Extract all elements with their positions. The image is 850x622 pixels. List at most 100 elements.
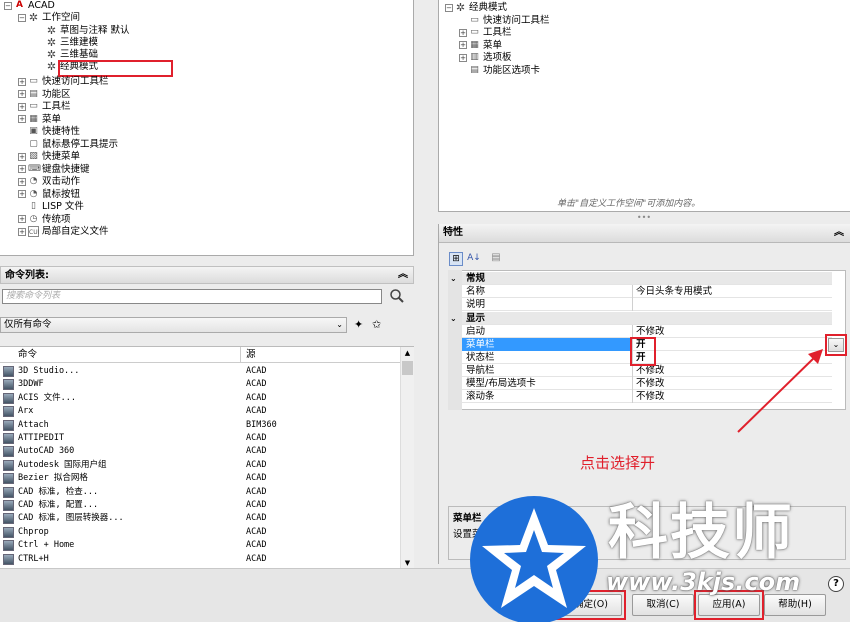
help-button[interactable]: 帮助(H): [764, 594, 826, 616]
group-display[interactable]: ⌄ 显示: [450, 312, 832, 325]
command-row[interactable]: AutoCAD 360 ACAD: [0, 445, 400, 458]
property-pages-icon[interactable]: ▤: [489, 252, 503, 266]
tree-item-6[interactable]: + ▧ 快捷菜单: [18, 151, 80, 163]
menu-icon: ▦: [29, 113, 38, 124]
prop-row-name[interactable]: 名称 今日头条专用模式: [462, 285, 832, 298]
tree-item-workspace[interactable]: − ✲ 工作空间: [18, 12, 80, 24]
collapse-chevron-icon[interactable]: ︽: [834, 224, 844, 242]
dropdown-arrow-button[interactable]: ⌄: [828, 338, 844, 352]
command-icon: [3, 553, 14, 565]
expand-icon[interactable]: +: [18, 115, 26, 123]
tree-item-0[interactable]: + ▭ 快速访问工具栏: [18, 76, 109, 88]
command-row[interactable]: CAD 标准, 检查... ACAD: [0, 486, 400, 499]
expand-icon[interactable]: +: [18, 227, 26, 236]
tree-item-11[interactable]: + ◷ 传统项: [18, 214, 71, 226]
command-row[interactable]: Bezier 拟合网格 ACAD: [0, 472, 400, 485]
tree-item-9[interactable]: + ◔ 鼠标按钮: [18, 189, 80, 201]
command-row[interactable]: ATTIPEDIT ACAD: [0, 432, 400, 445]
tree-item-3[interactable]: + ▦ 菜单: [18, 114, 61, 126]
command-row[interactable]: ACIS 文件... ACAD: [0, 392, 400, 405]
command-row[interactable]: Arx ACAD: [0, 405, 400, 418]
command-row[interactable]: 3D Studio... ACAD: [0, 365, 400, 378]
categorized-icon[interactable]: ⊞: [449, 252, 463, 266]
help-icon[interactable]: ?: [828, 576, 844, 592]
command-icon: [3, 526, 14, 538]
expand-icon[interactable]: +: [459, 41, 467, 49]
expand-icon[interactable]: +: [459, 53, 467, 62]
command-row[interactable]: Attach BIM360: [0, 419, 400, 432]
cancel-button[interactable]: 取消(C): [632, 594, 694, 616]
command-list-scrollbar[interactable]: ▲ ▼: [400, 347, 414, 569]
star-icon[interactable]: ✩: [372, 318, 386, 332]
prop-row-description[interactable]: 说明: [462, 298, 832, 311]
command-icon: [3, 446, 14, 458]
expand-icon[interactable]: +: [18, 190, 26, 198]
command-row[interactable]: Autodesk 国际用户组 ACAD: [0, 459, 400, 472]
command-name: AutoCAD 360: [18, 446, 75, 457]
command-row[interactable]: CAD 标准, 配置... ACAD: [0, 499, 400, 512]
expand-icon[interactable]: +: [459, 28, 467, 37]
tree-item-workspace-0[interactable]: ✲ 草图与注释 默认: [46, 25, 130, 37]
command-source: ACAD: [246, 446, 267, 457]
scroll-up-icon[interactable]: ▲: [401, 347, 414, 359]
command-row[interactable]: Chprop ACAD: [0, 526, 400, 539]
collapse-icon[interactable]: −: [4, 1, 12, 10]
column-divider[interactable]: [240, 347, 241, 363]
chevron-down-icon[interactable]: ⌄: [450, 312, 457, 325]
command-name: CAD 标准, 图层转换器...: [18, 513, 124, 524]
workspace-tree-item-2[interactable]: + ▦ 菜单: [459, 40, 502, 52]
expand-icon[interactable]: +: [18, 215, 26, 223]
command-row[interactable]: Ctrl + Home ACAD: [0, 539, 400, 552]
search-icon[interactable]: [389, 288, 405, 304]
property-grid-gutter: [448, 270, 462, 410]
expand-icon[interactable]: +: [18, 102, 26, 111]
collapse-chevron-icon[interactable]: ︽: [398, 266, 408, 284]
tree-item-5[interactable]: ▢ 鼠标悬停工具提示: [28, 139, 118, 151]
command-icon: [3, 486, 14, 498]
command-source: ACAD: [246, 526, 267, 537]
command-source: ACAD: [246, 433, 267, 443]
workspace-tree-item-1[interactable]: + ▭ 工具栏: [459, 27, 512, 39]
command-icon: [3, 379, 14, 391]
alphabetical-icon[interactable]: A↓: [467, 252, 481, 266]
command-row[interactable]: CAD 标准, 图层转换器... ACAD: [0, 512, 400, 525]
watermark-logo: [470, 496, 598, 622]
workspace-tree-item-3[interactable]: + ▥ 选项板: [459, 52, 512, 64]
workspace-tree-item-4[interactable]: ▤ 功能区选项卡: [469, 65, 540, 77]
expand-icon[interactable]: +: [18, 90, 26, 98]
command-name: 3DDWF: [18, 379, 44, 390]
workspace-contents-panel: − ✲ 经典模式 ▭ 快速访问工具栏 + ▭ 工具栏 + ▦ 菜单 + ▥ 选项板 ▤ 功能区选项卡…: [438, 0, 850, 212]
command-icon: [3, 500, 14, 511]
command-row[interactable]: CTRL+H ACAD: [0, 553, 400, 566]
tree-item-4[interactable]: ▣ 快捷特性: [28, 126, 80, 138]
new-command-icon[interactable]: ✦: [354, 318, 368, 332]
tree-item-12[interactable]: + CUI 局部自定义文件: [18, 226, 109, 238]
splitter-handle[interactable]: •••: [632, 214, 656, 222]
group-general[interactable]: ⌄ 常规: [450, 272, 832, 285]
chevron-down-icon[interactable]: ⌄: [450, 272, 457, 285]
command-icon: [3, 392, 14, 404]
collapse-icon[interactable]: −: [18, 13, 26, 22]
command-table: 命令 源 3D Studio... ACAD 3DDWF ACAD ACIS 文件...…: [0, 346, 414, 569]
tree-item-10[interactable]: ▯ LISP 文件: [28, 201, 84, 213]
properties-header: 特性 ︽: [439, 224, 850, 243]
command-filter-select[interactable]: 仅所有命令 ⌄: [0, 317, 347, 333]
tree-item-2[interactable]: + ▭ 工具栏: [18, 101, 71, 113]
ribbon-icon: ▤: [29, 88, 38, 99]
expand-icon[interactable]: +: [18, 177, 26, 186]
expand-icon[interactable]: +: [18, 77, 26, 86]
expand-icon[interactable]: +: [18, 165, 26, 173]
command-row[interactable]: 3DDWF ACAD: [0, 378, 400, 391]
scroll-thumb[interactable]: [402, 361, 413, 375]
command-icon: [3, 473, 14, 485]
workspace-tree-item-0[interactable]: ▭ 快速访问工具栏: [469, 15, 549, 27]
expand-icon[interactable]: +: [18, 152, 26, 161]
collapse-icon[interactable]: −: [445, 3, 453, 12]
quick-properties-icon: ▣: [29, 126, 38, 136]
tree-item-8[interactable]: + ◔ 双击动作: [18, 176, 80, 188]
command-search-input[interactable]: 搜索命令列表: [2, 289, 382, 304]
tree-item-7[interactable]: + ⌨键盘快捷键: [18, 164, 90, 176]
tree-item-1[interactable]: + ▤ 功能区: [18, 89, 71, 101]
workspace-tree-root[interactable]: − ✲ 经典模式: [445, 2, 507, 14]
watermark-brand: 科技师: [608, 498, 794, 568]
